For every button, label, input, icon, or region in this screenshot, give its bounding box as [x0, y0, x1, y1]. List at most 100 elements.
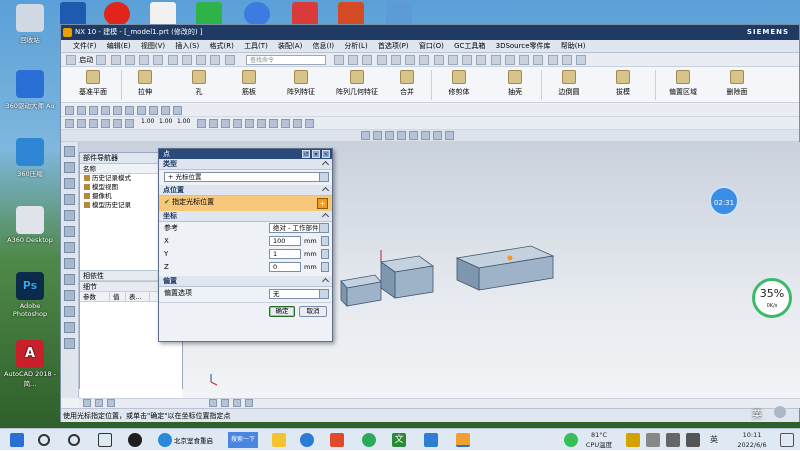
y-unit[interactable]: mm — [304, 249, 317, 259]
render-icon[interactable] — [362, 55, 373, 65]
select-icon[interactable] — [101, 106, 110, 115]
constraint-icon[interactable] — [233, 119, 242, 128]
ribbon-extrude-button[interactable]: 拉伸 — [115, 69, 175, 97]
circle-icon[interactable] — [113, 119, 122, 128]
file-explorer-icon[interactable] — [272, 433, 286, 447]
qq-icon[interactable] — [104, 2, 130, 26]
shortcut-icon[interactable] — [386, 2, 412, 26]
pan-icon[interactable] — [462, 55, 473, 65]
ribbon-edge-blend-button[interactable]: 边倒圆 — [539, 69, 599, 97]
menu-edit[interactable]: 编辑(E) — [107, 42, 131, 50]
desktop-icon-recycle-bin[interactable]: 回收站 — [2, 4, 58, 44]
offset-section[interactable]: 偏置 — [159, 276, 332, 287]
tray-app-icon[interactable] — [564, 433, 578, 447]
menu-preferences[interactable]: 首选项(P) — [378, 42, 409, 50]
desktop-icon-autocad[interactable]: A AutoCAD 2018 - 简... — [2, 340, 58, 388]
powerpoint-icon[interactable] — [338, 2, 364, 26]
snap-icon[interactable] — [445, 131, 454, 140]
select-icon[interactable] — [89, 106, 98, 115]
roles-icon[interactable] — [64, 306, 75, 317]
menu-assembly[interactable]: 装配(A) — [278, 42, 302, 50]
app-shortcut-icon[interactable] — [60, 2, 86, 26]
grid-icon[interactable] — [575, 55, 586, 65]
taskbar-search-app[interactable]: 搜索一下 — [228, 432, 258, 448]
collapse-icon[interactable]: ▾ — [312, 150, 320, 158]
copy-icon[interactable] — [153, 55, 164, 65]
menu-info[interactable]: 信息(I) — [313, 42, 335, 50]
desktop-icon-360zip[interactable]: 360压缩 — [2, 138, 58, 178]
x-spin-icon[interactable] — [321, 236, 329, 246]
menu-gc-toolkit[interactable]: GC工具箱 — [454, 42, 485, 50]
ime-indicator[interactable]: 英 — [752, 406, 762, 421]
menu-tools[interactable]: 工具(T) — [244, 42, 268, 50]
delete-icon[interactable] — [181, 55, 192, 65]
wcs-icon[interactable] — [561, 55, 572, 65]
point-location-section[interactable]: 点位置 — [159, 185, 332, 196]
snap-icon[interactable] — [385, 131, 394, 140]
process-studio-icon[interactable] — [64, 274, 75, 285]
constraint-icon[interactable] — [281, 119, 290, 128]
ime-taskbar[interactable]: 英 — [710, 434, 718, 445]
reset-icon[interactable]: ↺ — [302, 150, 310, 158]
snap-icon[interactable] — [95, 399, 103, 407]
dialog-title-bar[interactable]: 点 ↺ ▾ × — [159, 149, 332, 159]
column-param[interactable]: 参数 — [80, 292, 110, 302]
reference-select[interactable]: 绝对 - 工作部件 — [269, 223, 329, 233]
tray-icon[interactable] — [646, 433, 660, 447]
menu-help[interactable]: 帮助(H) — [561, 42, 586, 50]
constraint-icon[interactable] — [221, 119, 230, 128]
constraint-icon[interactable] — [293, 119, 302, 128]
desktop-icon-a360[interactable]: A360 Desktop — [2, 206, 58, 244]
y-spin-icon[interactable] — [321, 249, 329, 259]
rotate-icon[interactable] — [476, 55, 487, 65]
assembly-navigator-icon[interactable] — [64, 162, 75, 173]
constraint-navigator-icon[interactable] — [64, 178, 75, 189]
snap-point-icon[interactable] — [149, 106, 158, 115]
check-icon[interactable] — [65, 119, 74, 128]
line-icon[interactable] — [89, 119, 98, 128]
taskbar-app-label[interactable]: 北京室食重启 — [174, 435, 213, 445]
hide-icon[interactable] — [533, 55, 544, 65]
snap-point-icon[interactable] — [137, 106, 146, 115]
manufacturing-wizard-icon[interactable] — [64, 290, 75, 301]
snap-point-icon[interactable] — [125, 106, 134, 115]
cancel-button[interactable]: 取消 — [299, 306, 327, 317]
wps-icon[interactable]: 文 — [392, 433, 406, 447]
menu-icon[interactable] — [65, 106, 74, 115]
snap-point-icon[interactable] — [161, 106, 170, 115]
windows-start-icon[interactable] — [10, 433, 24, 447]
ribbon-rib-button[interactable]: 筋板 — [219, 69, 279, 97]
measure-icon[interactable] — [504, 55, 515, 65]
shortcut-icon[interactable] — [150, 2, 176, 26]
constraint-icon[interactable] — [257, 119, 266, 128]
network-icon[interactable] — [666, 433, 680, 447]
history-icon[interactable] — [64, 226, 75, 237]
menu-format[interactable]: 格式(R) — [210, 42, 234, 50]
close-icon[interactable]: × — [322, 150, 330, 158]
color-icon[interactable] — [519, 55, 530, 65]
type-select[interactable]: + 光标位置 — [164, 172, 329, 182]
fit-icon[interactable] — [433, 55, 444, 65]
zoom-icon[interactable] — [447, 55, 458, 65]
ribbon-datum-plane-button[interactable]: 基准平面 — [63, 69, 123, 97]
view-icon[interactable] — [348, 55, 359, 65]
desktop-icon-photoshop[interactable]: Ps Adobe Photoshop — [2, 272, 58, 318]
floating-clock[interactable]: 02:31 — [709, 186, 739, 216]
redo-icon[interactable] — [210, 55, 221, 65]
menu-insert[interactable]: 插入(S) — [175, 42, 199, 50]
menu-analysis[interactable]: 分析(L) — [344, 42, 367, 50]
undo-icon[interactable] — [196, 55, 207, 65]
cortana-icon[interactable] — [68, 434, 80, 446]
ribbon-unite-button[interactable]: 合并 — [377, 69, 437, 97]
constraint-icon[interactable] — [209, 119, 218, 128]
z-unit[interactable]: mm — [304, 262, 317, 272]
desktop-icon-360-driver[interactable]: 360驱动大师 Au — [2, 70, 58, 110]
start-icon[interactable] — [66, 55, 76, 65]
menu-window[interactable]: 窗口(O) — [419, 42, 444, 50]
constraint-icon[interactable] — [305, 119, 314, 128]
menu-file[interactable]: 文件(F) — [73, 42, 97, 50]
notification-icon[interactable] — [780, 433, 794, 447]
clock[interactable]: 10:11 2022/6/6 — [726, 430, 778, 450]
ribbon-draft-button[interactable]: 拔模 — [593, 69, 653, 97]
x-unit[interactable]: mm — [304, 236, 317, 246]
